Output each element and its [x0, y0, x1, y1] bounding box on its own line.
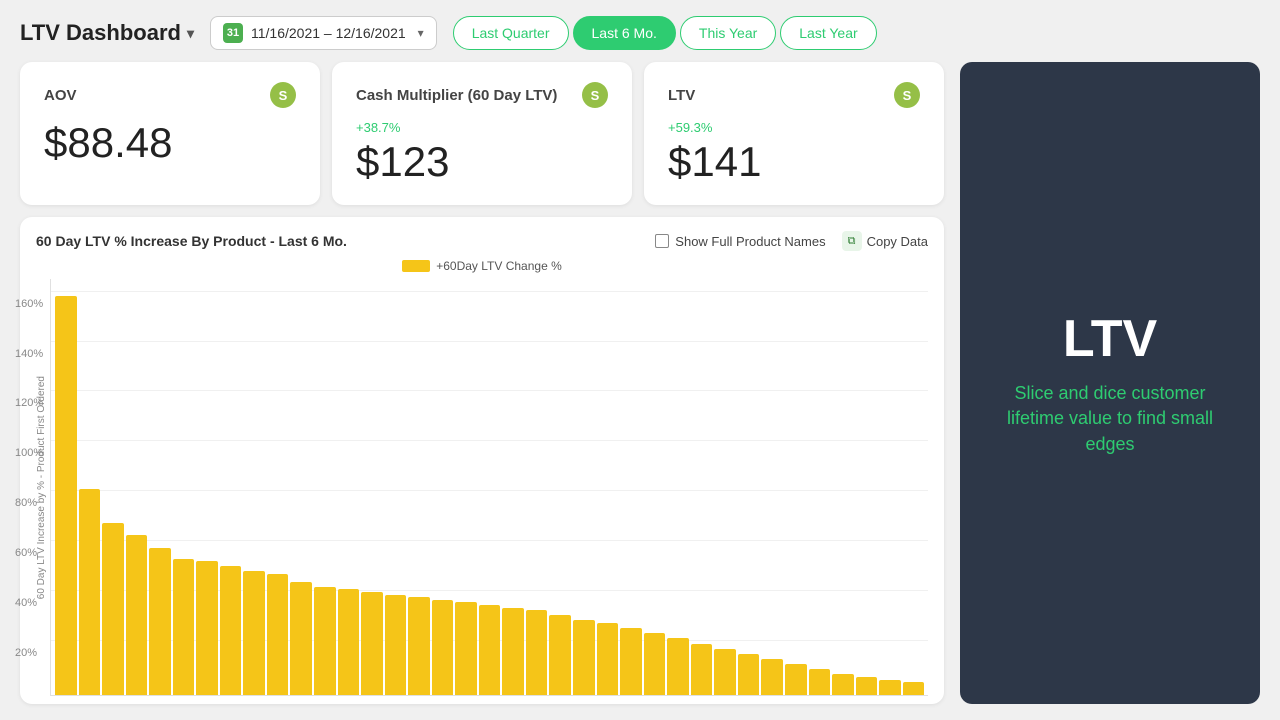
bar-item [79, 489, 101, 695]
period-btn-this-year[interactable]: This Year [680, 16, 776, 50]
y-label-140: 140% [15, 348, 43, 360]
shopify-icon-cm: S [582, 82, 608, 108]
bar-item [903, 682, 925, 695]
y-label-100: 100% [15, 447, 43, 459]
chart-section: 60 Day LTV % Increase By Product - Last … [20, 217, 944, 704]
show-full-names-checkbox[interactable] [655, 234, 669, 248]
show-full-names-label: Show Full Product Names [675, 234, 825, 249]
bar-item [714, 649, 736, 695]
bar-item [620, 628, 642, 695]
chart-title: 60 Day LTV % Increase By Product - Last … [36, 233, 347, 249]
copy-icon: ⧉ [842, 231, 862, 251]
y-label-160: 160% [15, 298, 43, 310]
chart-header: 60 Day LTV % Increase By Product - Last … [36, 231, 928, 251]
chart-legend: +60Day LTV Change % [36, 259, 928, 273]
aov-card-header: AOV S [44, 82, 296, 108]
bar-item [314, 587, 336, 695]
bar-item [856, 677, 878, 695]
y-label-60: 60% [15, 547, 37, 559]
bar-item [55, 296, 77, 695]
bar-item [196, 561, 218, 695]
title-chevron-icon: ▾ [187, 25, 194, 42]
header: LTV Dashboard ▾ 31 11/16/2021 – 12/16/20… [20, 16, 1260, 50]
cash-multiplier-card: Cash Multiplier (60 Day LTV) S +38.7% $1… [332, 62, 632, 205]
ltv-card-header: LTV S [668, 82, 920, 108]
title-text: LTV Dashboard [20, 20, 181, 46]
bar-item [149, 548, 171, 695]
bar-item [809, 669, 831, 695]
cash-multiplier-change: +38.7% [356, 120, 608, 135]
date-range-text: 11/16/2021 – 12/16/2021 [251, 25, 406, 41]
chart-area: +60Day LTV Change % 60 Day LTV Increase … [36, 259, 928, 696]
y-label-40: 40% [15, 597, 37, 609]
period-btn-last-year[interactable]: Last Year [780, 16, 876, 50]
bar-item [832, 674, 854, 695]
bar-item [479, 605, 501, 695]
period-btn-last-quarter[interactable]: Last Quarter [453, 16, 569, 50]
bar-item [761, 659, 783, 695]
bar-item [549, 615, 571, 695]
legend-label: +60Day LTV Change % [436, 259, 562, 273]
bars-container [51, 279, 928, 695]
show-full-names-toggle[interactable]: Show Full Product Names [655, 234, 825, 249]
bar-item [455, 602, 477, 695]
bar-item [644, 633, 666, 695]
bar-item [667, 638, 689, 695]
ltv-change: +59.3% [668, 120, 920, 135]
bar-item [526, 610, 548, 695]
y-label-20: 20% [15, 647, 37, 659]
bar-item [243, 571, 265, 695]
chart-body: 60 Day LTV Increase by % - Product First… [36, 279, 928, 696]
bar-item [361, 592, 383, 695]
cash-multiplier-header: Cash Multiplier (60 Day LTV) S [356, 82, 608, 108]
legend-color-swatch [402, 260, 430, 272]
bar-item [738, 654, 760, 695]
bar-item [102, 523, 124, 695]
copy-data-label: Copy Data [867, 234, 928, 249]
chart-controls: Show Full Product Names ⧉ Copy Data [655, 231, 928, 251]
period-buttons: Last Quarter Last 6 Mo. This Year Last Y… [453, 16, 877, 50]
y-label-120: 120% [15, 397, 43, 409]
chart-inner: 160% 140% 120% 100% 80% 60% 40% 20% [50, 279, 928, 696]
promo-title: LTV [1063, 309, 1157, 369]
cash-multiplier-value: $123 [356, 139, 608, 185]
calendar-icon: 31 [223, 23, 243, 43]
ltv-card: LTV S +59.3% $141 [644, 62, 944, 205]
left-section: AOV S $88.48 Cash Multiplier (60 Day LTV… [20, 62, 944, 704]
date-chevron-icon: ▾ [418, 26, 424, 40]
copy-data-button[interactable]: ⧉ Copy Data [842, 231, 928, 251]
promo-card: LTV Slice and dice customer lifetime val… [960, 62, 1260, 704]
shopify-icon-ltv: S [894, 82, 920, 108]
promo-subtitle: Slice and dice customer lifetime value t… [984, 381, 1236, 457]
bar-item [290, 582, 312, 695]
shopify-icon-aov: S [270, 82, 296, 108]
y-label-80: 80% [15, 497, 37, 509]
main-content: AOV S $88.48 Cash Multiplier (60 Day LTV… [20, 62, 1260, 704]
aov-card: AOV S $88.48 [20, 62, 320, 205]
ltv-value: $141 [668, 139, 920, 185]
bar-item [573, 620, 595, 695]
bar-item [338, 589, 360, 695]
bar-item [385, 595, 407, 695]
bar-item [408, 597, 430, 695]
bar-item [879, 680, 901, 695]
aov-value: $88.48 [44, 120, 296, 166]
bar-item [173, 559, 195, 695]
bar-item [691, 644, 713, 695]
app-container: LTV Dashboard ▾ 31 11/16/2021 – 12/16/20… [0, 0, 1280, 720]
cash-multiplier-label: Cash Multiplier (60 Day LTV) [356, 87, 557, 104]
bar-item [432, 600, 454, 695]
bar-item [220, 566, 242, 695]
bar-item [502, 608, 524, 696]
bar-item [126, 535, 148, 695]
period-btn-last-6mo[interactable]: Last 6 Mo. [573, 16, 676, 50]
dashboard-title[interactable]: LTV Dashboard ▾ [20, 20, 194, 46]
ltv-label: LTV [668, 87, 695, 104]
date-picker[interactable]: 31 11/16/2021 – 12/16/2021 ▾ [210, 16, 437, 50]
bar-item [267, 574, 289, 695]
bar-item [597, 623, 619, 695]
bar-item [785, 664, 807, 695]
aov-label: AOV [44, 87, 77, 104]
metric-cards: AOV S $88.48 Cash Multiplier (60 Day LTV… [20, 62, 944, 205]
